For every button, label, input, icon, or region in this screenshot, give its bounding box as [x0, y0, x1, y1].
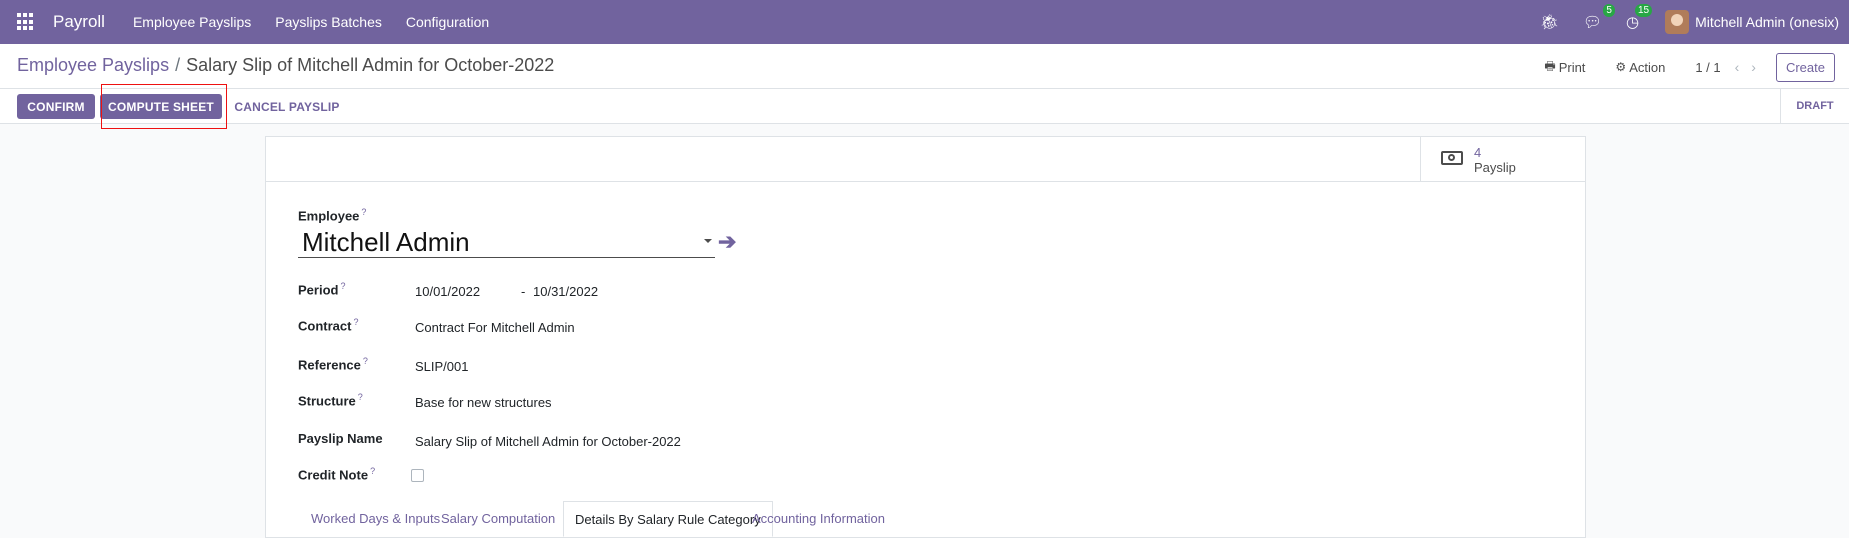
help-mark[interactable]: ?	[353, 317, 358, 327]
credit-note-label-text: Credit Note	[298, 467, 369, 483]
messages-badge: 5	[1603, 4, 1615, 17]
tab-details-by-salary-rule-category[interactable]: Details By Salary Rule Category	[563, 501, 773, 537]
employee-field[interactable]: Mitchell Admin	[298, 225, 715, 258]
internal-link-arrow-icon[interactable]: ➔	[718, 229, 736, 255]
tab-salary-computation[interactable]: Salary Computation	[441, 511, 555, 526]
contract-field[interactable]: Contract For Mitchell Admin	[415, 320, 575, 335]
breadcrumb-separator: /	[175, 55, 181, 75]
form-sheet: 4 Payslip Employee? Mitchell Admin ➔ Per…	[265, 136, 1586, 538]
reference-field[interactable]: SLIP/001	[415, 359, 469, 374]
highlight-annotation	[101, 84, 227, 129]
contract-label-text: Contract	[298, 318, 352, 334]
help-mark[interactable]: ?	[340, 281, 345, 291]
control-panel: Employee Payslips / Salary Slip of Mitchel…	[0, 44, 1849, 89]
activities-badge: 15	[1634, 4, 1653, 17]
chevron-left-icon[interactable]: ‹	[1735, 59, 1740, 75]
payslip-count: 4	[1474, 145, 1482, 160]
tab-worked-days[interactable]: Worked Days & Inputs	[311, 511, 440, 526]
status-draft[interactable]: DRAFT	[1780, 89, 1849, 123]
print-label: Print	[1558, 59, 1586, 75]
credit-note-label: Credit Note?	[298, 466, 375, 482]
period-to-field[interactable]: 10/31/2022	[533, 284, 598, 299]
create-button[interactable]: Create	[1775, 52, 1835, 82]
reference-label-text: Reference	[298, 357, 361, 373]
contract-label: Contract?	[298, 317, 358, 333]
print-icon: 🖶︎	[1544, 58, 1556, 73]
structure-label-text: Structure	[298, 393, 356, 409]
smart-button-box: 4 Payslip	[266, 137, 1585, 182]
help-mark[interactable]: ?	[361, 207, 366, 217]
activities-clock-icon[interactable]: ◷ 15	[1626, 4, 1653, 31]
avatar	[1665, 10, 1690, 34]
menu-payslips-batches[interactable]: Payslips Batches	[263, 14, 394, 30]
action-label: Action	[1629, 59, 1666, 75]
credit-note-checkbox[interactable]	[411, 469, 424, 482]
help-mark[interactable]: ?	[363, 356, 368, 366]
payslip-smart-button[interactable]: 4 Payslip	[1420, 137, 1585, 181]
help-mark[interactable]: ?	[358, 392, 363, 402]
action-button[interactable]: ⚙︎ Action	[1615, 60, 1665, 75]
breadcrumb-parent[interactable]: Employee Payslips	[17, 55, 169, 75]
tab-accounting-information[interactable]: Accounting Information	[752, 511, 885, 526]
app-name[interactable]: Payroll	[53, 12, 105, 32]
confirm-button[interactable]: CONFIRM	[17, 94, 95, 119]
top-navbar: Payroll Employee Payslips Payslips Batch…	[0, 0, 1849, 44]
payslip-name-field[interactable]: Salary Slip of Mitchell Admin for Octobe…	[415, 434, 681, 449]
employee-label-text: Employee	[298, 208, 360, 224]
payslip-name-label: Payslip Name	[298, 431, 383, 446]
period-label: Period?	[298, 281, 345, 297]
notebook-tabs: Worked Days & Inputs Salary Computation …	[266, 501, 1585, 538]
form-statusbar: CONFIRM COMPUTE SHEET CANCEL PAYSLIP DRA…	[0, 89, 1849, 124]
period-from-field[interactable]: 10/01/2022	[415, 284, 480, 299]
dropdown-caret-icon[interactable]	[704, 239, 712, 243]
employee-value: Mitchell Admin	[302, 227, 470, 257]
breadcrumb: Employee Payslips / Salary Slip of Mitchel…	[17, 55, 554, 76]
menu-employee-payslips[interactable]: Employee Payslips	[121, 14, 263, 30]
gear-icon: ⚙︎	[1615, 60, 1627, 74]
period-label-text: Period	[298, 282, 339, 298]
employee-label: Employee?	[298, 207, 366, 223]
user-name: Mitchell Admin (onesix)	[1695, 14, 1839, 30]
breadcrumb-current: Salary Slip of Mitchell Admin for Octobe…	[186, 55, 555, 75]
apps-menu-icon[interactable]	[17, 13, 35, 31]
bug-icon[interactable]: 🐞︎	[1540, 13, 1559, 31]
reference-label: Reference?	[298, 356, 368, 372]
period-separator: -	[521, 284, 526, 299]
pager-value[interactable]: 1 / 1	[1695, 60, 1720, 75]
menu-configuration[interactable]: Configuration	[394, 14, 501, 30]
chevron-right-icon[interactable]: ›	[1751, 59, 1756, 75]
structure-field[interactable]: Base for new structures	[415, 395, 552, 410]
payslip-label: Payslip	[1474, 160, 1516, 175]
structure-label: Structure?	[298, 392, 363, 408]
messages-icon[interactable]: 💬︎ 5	[1583, 4, 1615, 31]
print-button[interactable]: 🖶︎ Print	[1544, 57, 1585, 78]
help-mark[interactable]: ?	[370, 466, 375, 476]
cancel-payslip-button[interactable]: CANCEL PAYSLIP	[232, 94, 342, 119]
money-icon	[1441, 151, 1463, 165]
user-menu[interactable]: Mitchell Admin (onesix)	[1665, 10, 1839, 34]
